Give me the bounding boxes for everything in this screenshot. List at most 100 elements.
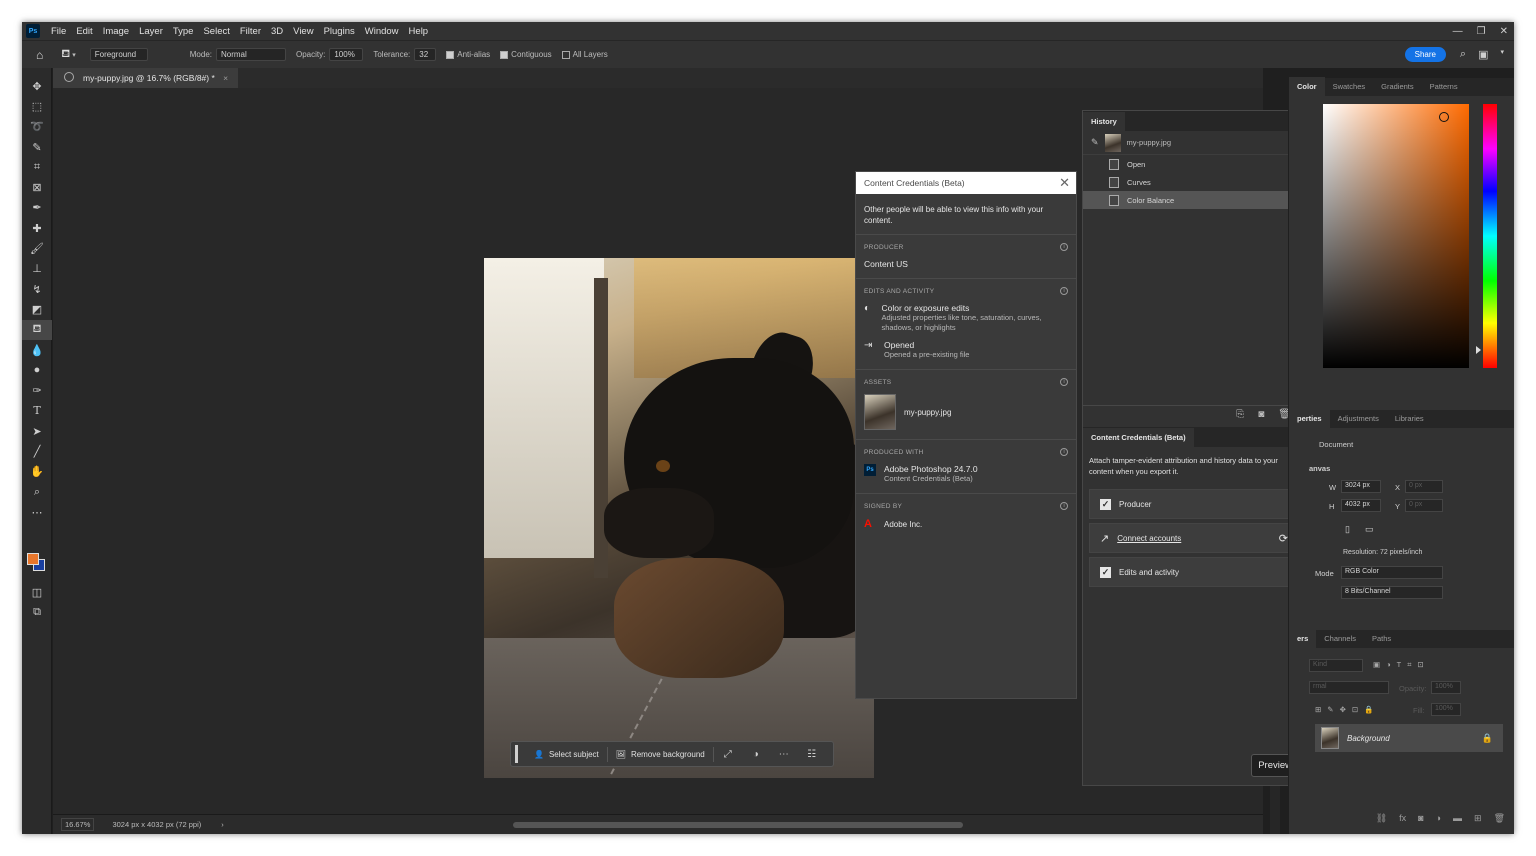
tab-history[interactable]: History [1083,112,1125,131]
menu-type[interactable]: Type [168,26,199,37]
color-picker-field[interactable] [1323,104,1469,368]
chevron-down-icon[interactable]: ▾ [1500,48,1504,61]
frame-tool-icon[interactable]: ⊠ [22,177,52,197]
tab-channels[interactable]: Channels [1316,629,1364,648]
edits-activity-toggle[interactable]: ✓ Edits and activity [1089,557,1299,587]
color-mode-select[interactable]: RGB Color [1341,566,1443,579]
history-brush-tool-icon[interactable]: ↯ [22,279,52,299]
layer-opacity-input[interactable]: 100% [1431,681,1461,694]
search-icon[interactable]: ⌕ [1460,48,1466,61]
clone-stamp-tool-icon[interactable]: ⊥ [22,259,52,279]
info-icon[interactable]: i [1060,448,1068,456]
lasso-tool-icon[interactable]: ➰ [22,117,52,137]
trash-icon[interactable]: 🗑 [1494,813,1505,824]
fill-source-select[interactable]: Foreground [89,48,148,61]
chevron-down-icon[interactable]: ▾ [72,51,76,59]
menu-image[interactable]: Image [98,26,134,37]
horizontal-scrollbar[interactable] [513,822,963,828]
link-layers-icon[interactable]: ⛓ [1376,813,1387,824]
move-tool-icon[interactable]: ✥ [22,76,52,96]
info-icon[interactable]: i [1060,287,1068,295]
layer-fill-input[interactable]: 100% [1431,703,1461,716]
tab-content-credentials[interactable]: Content Credentials (Beta) [1083,428,1194,447]
brush-tool-icon[interactable]: 🖌 [22,238,52,258]
checkbox-checked-icon[interactable]: ✓ [1100,498,1111,510]
tab-libraries[interactable]: Libraries [1387,409,1432,428]
foreground-color-swatch[interactable] [27,553,39,565]
antialias-checkbox[interactable] [446,50,455,59]
tab-paths[interactable]: Paths [1364,629,1399,648]
adjustment-layer-icon[interactable]: ◑ [1436,813,1441,823]
lock-icon[interactable]: 🔒 [1482,733,1493,744]
type-tool-icon[interactable]: T [22,401,52,421]
more-tools-icon[interactable]: ⋯ [22,502,52,522]
crop-tool-icon[interactable]: ⌗ [22,157,52,177]
history-brush-source-icon[interactable]: ✎ [1091,137,1099,148]
all-layers-checkbox[interactable] [561,50,570,59]
menu-edit[interactable]: Edit [71,26,97,37]
puppy-photo[interactable] [484,258,874,778]
refresh-icon[interactable]: ⟳ [1279,532,1288,545]
info-icon[interactable]: i [1060,502,1068,510]
task-bar-grip[interactable] [515,745,518,763]
menu-3d[interactable]: 3D [266,26,288,37]
paint-bucket-tool-icon[interactable]: ⛾ [61,48,70,62]
bit-depth-select[interactable]: 8 Bits/Channel [1341,586,1443,599]
connect-accounts-link[interactable]: Connect accounts [1117,534,1181,543]
tolerance-input[interactable]: 32 [414,48,437,61]
select-subject-button[interactable]: 👤 Select subject [526,746,608,762]
close-icon[interactable]: ✕ [1059,175,1070,191]
new-document-from-state-icon[interactable]: ⎘ [1236,409,1244,420]
lock-options-icons[interactable]: ⊞✎✥⊡🔒 [1315,705,1379,714]
orientation-portrait-icon[interactable]: ▯ [1345,524,1350,535]
history-snapshot[interactable]: ✎ my-puppy.jpg [1083,131,1305,155]
home-icon[interactable]: ⌂ [36,48,43,62]
hue-slider-handle[interactable] [1476,346,1481,354]
marquee-tool-icon[interactable]: ⬚ [22,96,52,116]
eraser-tool-icon[interactable]: ◩ [22,299,52,319]
color-picker-ring[interactable] [1439,112,1449,122]
connect-accounts-row[interactable]: ↗ Connect accounts ⟳ [1089,523,1299,553]
eyedropper-tool-icon[interactable]: ✒ [22,198,52,218]
remove-background-button[interactable]: 🖼 Remove background [608,746,714,762]
x-input[interactable]: 0 px [1405,480,1443,493]
camera-icon[interactable]: ◙ [1258,409,1264,420]
fx-icon[interactable]: fx [1399,813,1406,823]
menu-help[interactable]: Help [404,26,434,37]
share-button[interactable]: Share [1404,47,1446,62]
history-item[interactable]: Open [1083,155,1305,173]
dodge-tool-icon[interactable]: ● [22,360,52,380]
producer-toggle[interactable]: ✓ Producer [1089,489,1299,519]
zoom-tool-icon[interactable]: ⌕ [22,482,52,502]
document-tab[interactable]: my-puppy.jpg @ 16.7% (RGB/8#) * × [53,68,239,88]
menu-filter[interactable]: Filter [235,26,266,37]
tab-adjustments[interactable]: Adjustments [1330,409,1387,428]
info-icon[interactable]: i [1060,378,1068,386]
history-item[interactable]: Color Balance [1083,191,1305,209]
more-options-icon[interactable]: ⋯ [770,749,798,760]
path-selection-tool-icon[interactable]: ➤ [22,421,52,441]
tab-color[interactable]: Color [1289,77,1325,96]
tab-patterns[interactable]: Patterns [1422,77,1466,96]
healing-brush-tool-icon[interactable]: ✚ [22,218,52,238]
minimize-icon[interactable]: — [1453,26,1463,37]
blur-tool-icon[interactable]: 💧 [22,340,52,360]
line-tool-icon[interactable]: ╱ [22,441,52,461]
layer-kind-filter[interactable]: Kind [1309,659,1363,672]
restore-icon[interactable]: ❐ [1477,26,1486,37]
menu-layer[interactable]: Layer [134,26,168,37]
info-icon[interactable]: i [1060,243,1068,251]
adjustment-icon[interactable]: ◑ [742,749,770,760]
menu-select[interactable]: Select [198,26,234,37]
menu-plugins[interactable]: Plugins [319,26,360,37]
tab-layers[interactable]: ers [1289,629,1317,648]
new-layer-icon[interactable]: ⊞ [1474,813,1482,824]
paint-bucket-tool-icon[interactable]: ⛾ [22,319,52,340]
close-window-icon[interactable]: ✕ [1500,26,1508,37]
hue-slider[interactable] [1483,104,1497,368]
menu-file[interactable]: File [46,26,71,37]
group-folder-icon[interactable]: ▬ [1453,813,1462,823]
width-input[interactable]: 3024 px [1341,480,1381,493]
opacity-input[interactable]: 100% [329,48,364,61]
menu-view[interactable]: View [288,26,318,37]
